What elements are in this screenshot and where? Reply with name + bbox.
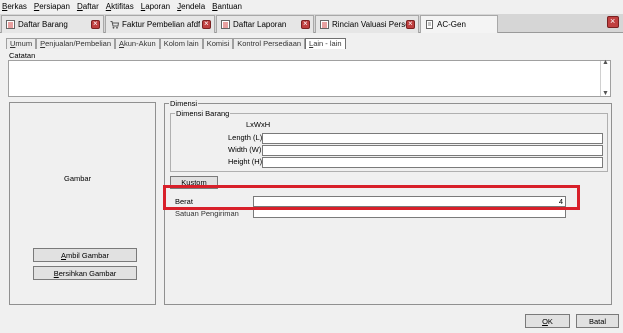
- tab-kolom-lain[interactable]: Kolom lain: [159, 38, 203, 49]
- length-input[interactable]: [262, 133, 603, 144]
- doc-tab-label: Rincian Valuasi Persed...: [332, 20, 407, 29]
- lxwxh-label: LxWxH: [246, 120, 271, 129]
- doc-tab-rincian-valuasi[interactable]: Rincian Valuasi Persed...: [315, 15, 419, 33]
- batal-button[interactable]: Batal: [576, 314, 619, 328]
- highlight-box: [163, 185, 580, 210]
- ambil-gambar-button[interactable]: Ambil Gambar: [33, 248, 137, 262]
- list-icon: [221, 20, 230, 29]
- doc-tab-label: Faktur Pembelian afdf: [122, 20, 201, 29]
- catatan-scrollbar[interactable]: ▲ ▼: [600, 59, 610, 97]
- width-label: Width (W): [228, 145, 262, 154]
- doc-tab-daftar-laporan[interactable]: Daftar Laporan: [216, 15, 314, 33]
- menu-bar: Berkas Persiapan Daftar Aktifitas Lapora…: [0, 0, 623, 13]
- gambar-label: Gambar: [64, 174, 92, 183]
- doc-tab-ac-gen[interactable]: AC-Gen: [420, 15, 498, 33]
- satuan-pengiriman-input[interactable]: [253, 209, 566, 218]
- close-icon[interactable]: [406, 19, 415, 29]
- catatan-label: Catatan: [9, 51, 36, 60]
- chevron-up-icon[interactable]: ▲: [602, 59, 609, 66]
- menu-bantuan[interactable]: Bantuan: [212, 0, 242, 13]
- doc-tab-label: Daftar Laporan: [233, 20, 287, 29]
- menu-jendela[interactable]: Jendela: [177, 0, 205, 13]
- catatan-textarea[interactable]: ▲ ▼: [8, 59, 611, 97]
- tab-akun-akun[interactable]: Akun-Akun: [115, 38, 160, 49]
- tab-komisi[interactable]: Komisi: [202, 38, 234, 49]
- bersihkan-gambar-button[interactable]: Bersihkan Gambar: [33, 266, 137, 280]
- list-icon: [6, 20, 15, 29]
- menu-aktifitas[interactable]: Aktifitas: [106, 0, 134, 13]
- satuan-pengiriman-label: Satuan Pengiriman: [175, 209, 239, 218]
- menu-persiapan[interactable]: Persiapan: [34, 0, 70, 13]
- tab-kontrol-persediaan[interactable]: Kontrol Persediaan: [233, 38, 306, 49]
- close-icon[interactable]: [301, 19, 310, 29]
- list-icon: [320, 20, 329, 29]
- document-tab-strip: Daftar Barang Faktur Pembelian afdf Daft…: [0, 14, 623, 33]
- tab-penjualan-pembelian[interactable]: Penjualan/Pembelian: [36, 38, 115, 49]
- close-icon[interactable]: [202, 19, 211, 29]
- tab-lain-lain[interactable]: Lain - lain: [305, 38, 346, 49]
- doc-tab-label: AC-Gen: [437, 20, 466, 29]
- menu-daftar[interactable]: Daftar: [77, 0, 99, 13]
- length-label: Length (L): [228, 133, 263, 142]
- doc-tab-daftar-barang[interactable]: Daftar Barang: [1, 15, 104, 33]
- dimensi-legend: Dimensi: [169, 99, 199, 108]
- window-close-icon[interactable]: [607, 16, 619, 28]
- doc-tab-faktur-pembelian[interactable]: Faktur Pembelian afdf: [105, 15, 215, 33]
- tab-umum[interactable]: Umum: [6, 38, 37, 49]
- width-input[interactable]: [262, 145, 603, 156]
- dimensi-barang-legend: Dimensi Barang: [175, 109, 231, 118]
- height-label: Height (H): [228, 157, 263, 166]
- menu-berkas[interactable]: Berkas: [2, 0, 27, 13]
- sub-tab-bar: Umum Penjualan/Pembelian Akun-Akun Kolom…: [6, 38, 346, 49]
- chevron-down-icon[interactable]: ▼: [602, 90, 609, 97]
- doc-tab-label: Daftar Barang: [18, 20, 68, 29]
- height-input[interactable]: [262, 157, 603, 168]
- ok-button[interactable]: OK: [525, 314, 570, 328]
- menu-laporan[interactable]: Laporan: [141, 0, 170, 13]
- document-icon: [425, 20, 434, 29]
- cart-icon: [110, 20, 120, 29]
- close-icon[interactable]: [91, 19, 100, 29]
